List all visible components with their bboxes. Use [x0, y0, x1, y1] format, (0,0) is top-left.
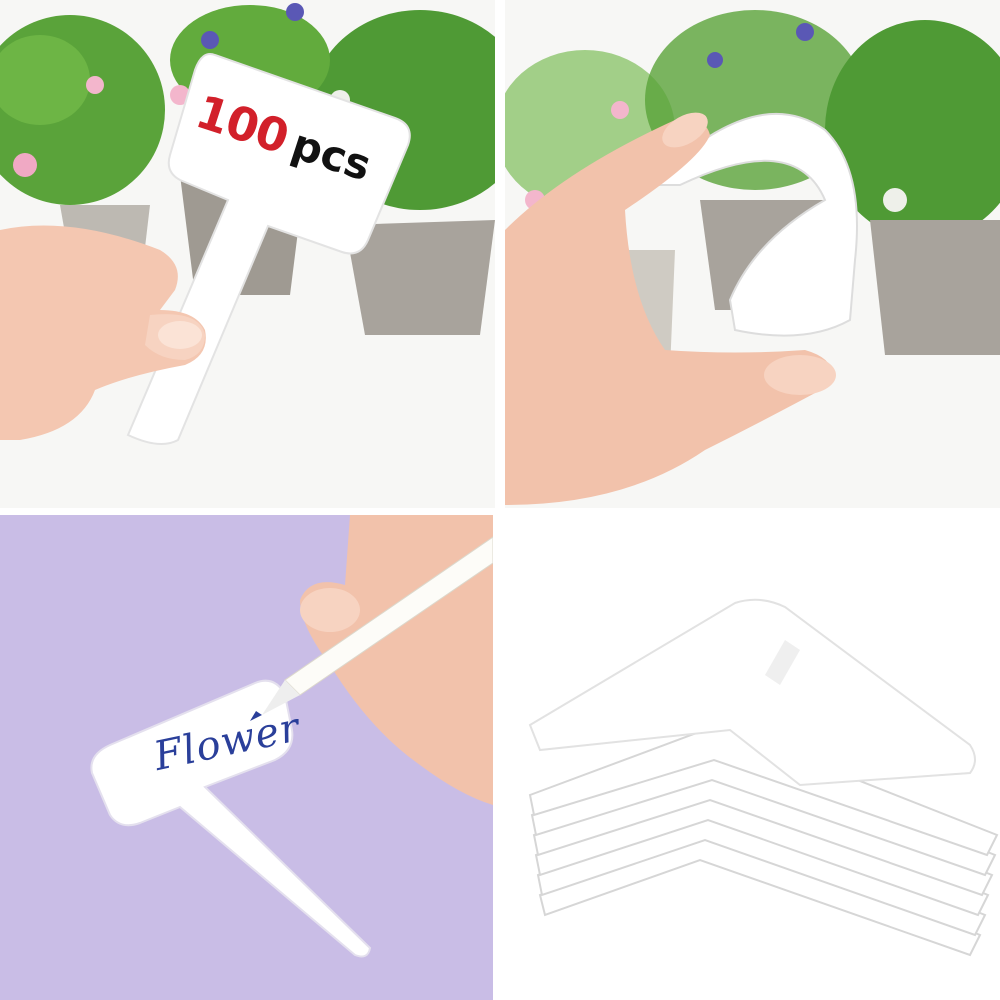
photo-label-stack	[500, 515, 1000, 1000]
photo-hand-bending-label	[505, 0, 1000, 508]
photo-hand-holding-label: 100pcs	[0, 0, 495, 508]
photo-writing-on-label: Flower	[0, 515, 493, 1000]
product-image-grid: 100pcs Flower	[0, 0, 1000, 1000]
